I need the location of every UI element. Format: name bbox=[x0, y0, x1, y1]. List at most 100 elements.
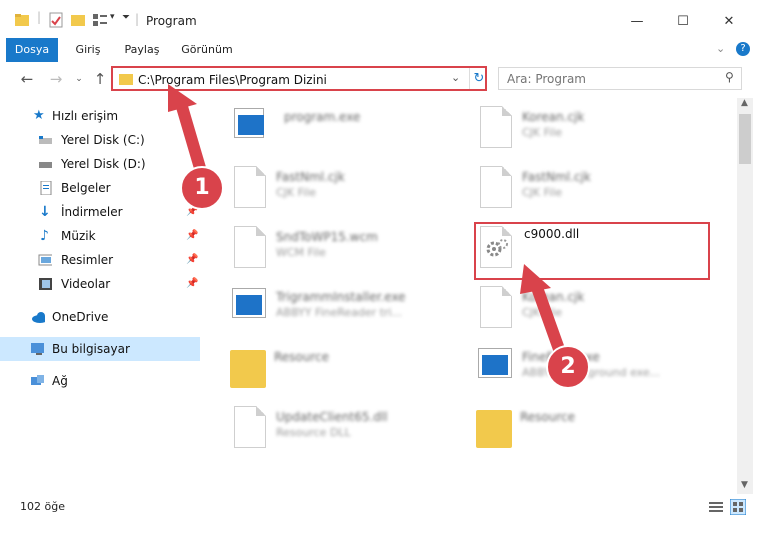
file-name: Resource bbox=[520, 410, 576, 424]
list-item[interactable]: Korean.cjk CJK File bbox=[476, 282, 716, 340]
close-button[interactable]: ✕ bbox=[706, 8, 752, 36]
sidebar-item-videos[interactable]: Videolar 📌 bbox=[0, 272, 200, 296]
file-icon bbox=[480, 286, 512, 328]
sidebar-item-onedrive[interactable]: OneDrive bbox=[0, 305, 200, 329]
separator: | bbox=[135, 12, 140, 26]
file-icon bbox=[234, 166, 266, 208]
list-item[interactable]: program.exe bbox=[230, 102, 470, 160]
sidebar-item-label: Hızlı erişim bbox=[52, 109, 119, 123]
pin-icon[interactable]: 📌 bbox=[186, 224, 198, 248]
new-folder-icon[interactable] bbox=[70, 12, 86, 28]
title-bar: | ▾ ⏷ | Program — ☐ ✕ bbox=[0, 0, 769, 38]
list-item[interactable]: FineExec.exe ABBYY Background exe... bbox=[476, 342, 716, 400]
dll-file-icon bbox=[234, 406, 266, 448]
sidebar-item-label: OneDrive bbox=[52, 310, 109, 324]
sidebar-item-pictures[interactable]: Resimler 📌 bbox=[0, 248, 200, 272]
address-path: C:\Program Files\Program Dizini bbox=[138, 73, 327, 87]
sidebar-item-label: Bu bilgisayar bbox=[52, 342, 130, 356]
view-options-icon[interactable] bbox=[92, 12, 108, 28]
file-name: Korean.cjk bbox=[522, 110, 585, 124]
sidebar-item-label: Ağ bbox=[52, 374, 68, 388]
file-type: CJK File bbox=[276, 186, 317, 199]
search-icon[interactable]: ⚲ bbox=[725, 70, 734, 84]
scrollbar-thumb[interactable] bbox=[739, 114, 751, 164]
minimize-button[interactable]: — bbox=[614, 8, 660, 36]
customize-quick-access-icon[interactable]: ⏷ bbox=[122, 12, 130, 23]
file-list: program.exe Korean.cjk CJK File FastNml.… bbox=[204, 100, 737, 492]
list-item[interactable]: TrigrammInstaller.exe ABBYY FineReader t… bbox=[230, 282, 470, 340]
videos-icon bbox=[39, 278, 52, 290]
folder-icon bbox=[230, 350, 266, 388]
network-icon bbox=[31, 375, 44, 385]
sidebar-item-this-pc[interactable]: Bu bilgisayar bbox=[0, 337, 200, 361]
sidebar-item-local-disk-c[interactable]: Yerel Disk (C:) bbox=[0, 128, 200, 152]
list-item[interactable]: UpdateClient65.dll Resource DLL bbox=[230, 402, 470, 460]
search-input[interactable] bbox=[507, 71, 727, 86]
file-icon bbox=[480, 106, 512, 148]
list-item[interactable]: FastNml.cjk CJK File bbox=[476, 162, 716, 220]
pictures-icon bbox=[38, 254, 52, 266]
file-type: CJK File bbox=[522, 186, 563, 199]
sidebar-item-music[interactable]: ♪ Müzik 📌 bbox=[0, 224, 200, 248]
properties-icon[interactable] bbox=[48, 12, 64, 28]
file-name: FastNml.cjk bbox=[522, 170, 591, 184]
sidebar-item-downloads[interactable]: ↓ İndirmeler 📌 bbox=[0, 200, 200, 224]
status-bar: 102 öğe bbox=[0, 494, 769, 534]
file-name: program.exe bbox=[284, 110, 361, 124]
star-icon: ★ bbox=[33, 108, 45, 123]
file-type: WCM File bbox=[276, 246, 326, 259]
file-icon bbox=[480, 166, 512, 208]
tab-file[interactable]: Dosya bbox=[6, 38, 58, 62]
list-item[interactable]: FastNml.cjk CJK File bbox=[230, 162, 470, 220]
sidebar-item-label: Yerel Disk (D:) bbox=[61, 157, 146, 171]
file-name: Resource bbox=[274, 350, 330, 364]
sidebar-item-quick-access[interactable]: ★ Hızlı erişim bbox=[0, 104, 200, 128]
maximize-button[interactable]: ☐ bbox=[660, 8, 706, 36]
window-title: Program bbox=[146, 14, 197, 28]
list-item[interactable]: SndToWP15.wcm WCM File bbox=[230, 222, 470, 280]
music-icon: ♪ bbox=[40, 228, 49, 244]
exe-file-icon bbox=[232, 288, 266, 318]
pin-icon[interactable]: 📌 bbox=[186, 272, 198, 296]
sidebar-item-label: Müzik bbox=[61, 229, 96, 243]
navigation-pane: ★ Hızlı erişim Yerel Disk (C:) Yerel Dis… bbox=[0, 100, 204, 492]
search-box[interactable]: ⚲ bbox=[498, 67, 742, 90]
tab-home[interactable]: Giriş bbox=[66, 38, 110, 62]
computer-icon bbox=[31, 343, 44, 355]
scroll-down-icon[interactable]: ▼ bbox=[741, 480, 748, 490]
address-bar[interactable]: C:\Program Files\Program Dizini ⌄ ↻ bbox=[111, 66, 487, 91]
list-item[interactable]: Korean.cjk CJK File bbox=[476, 102, 716, 160]
sidebar-item-network[interactable]: Ağ bbox=[0, 369, 200, 393]
tab-share[interactable]: Paylaş bbox=[118, 38, 166, 62]
list-item[interactable]: Resource bbox=[230, 342, 470, 400]
up-arrow-icon[interactable]: ↑ bbox=[91, 70, 109, 88]
chevron-down-icon[interactable]: ▾ bbox=[110, 12, 115, 22]
scroll-up-icon[interactable]: ▲ bbox=[741, 98, 748, 108]
pin-icon[interactable]: 📌 bbox=[186, 248, 198, 272]
expand-ribbon-icon[interactable]: ⌄ bbox=[716, 42, 725, 55]
sidebar-item-label: Yerel Disk (C:) bbox=[61, 133, 145, 147]
details-view-icon[interactable] bbox=[708, 500, 724, 514]
file-name: FastNml.cjk bbox=[276, 170, 345, 184]
separator: | bbox=[37, 10, 42, 24]
address-dropdown-icon[interactable]: ⌄ bbox=[451, 71, 460, 84]
sidebar-item-local-disk-d[interactable]: Yerel Disk (D:) bbox=[0, 152, 200, 176]
forward-arrow-icon[interactable]: → bbox=[47, 70, 65, 88]
tab-view[interactable]: Görünüm bbox=[176, 38, 238, 62]
help-icon[interactable]: ? bbox=[736, 42, 750, 56]
folder-icon bbox=[119, 74, 133, 85]
list-item[interactable]: Resource bbox=[476, 402, 716, 460]
refresh-icon[interactable]: ↻ bbox=[469, 68, 488, 89]
drive-icon bbox=[39, 162, 52, 168]
highlight-box bbox=[474, 222, 710, 280]
file-name: SndToWP15.wcm bbox=[276, 230, 378, 244]
step-2-callout: 2 bbox=[546, 345, 590, 389]
item-count: 102 öğe bbox=[20, 500, 65, 513]
sidebar-item-documents[interactable]: Belgeler bbox=[0, 176, 200, 200]
file-type: ABBYY Background exe... bbox=[522, 366, 661, 379]
large-icons-view-icon[interactable] bbox=[730, 499, 746, 515]
recent-locations-icon[interactable]: ⌄ bbox=[70, 70, 88, 88]
back-arrow-icon[interactable]: ← bbox=[18, 70, 36, 88]
sidebar-item-label: İndirmeler bbox=[61, 205, 123, 219]
file-name: TrigrammInstaller.exe bbox=[276, 290, 406, 304]
